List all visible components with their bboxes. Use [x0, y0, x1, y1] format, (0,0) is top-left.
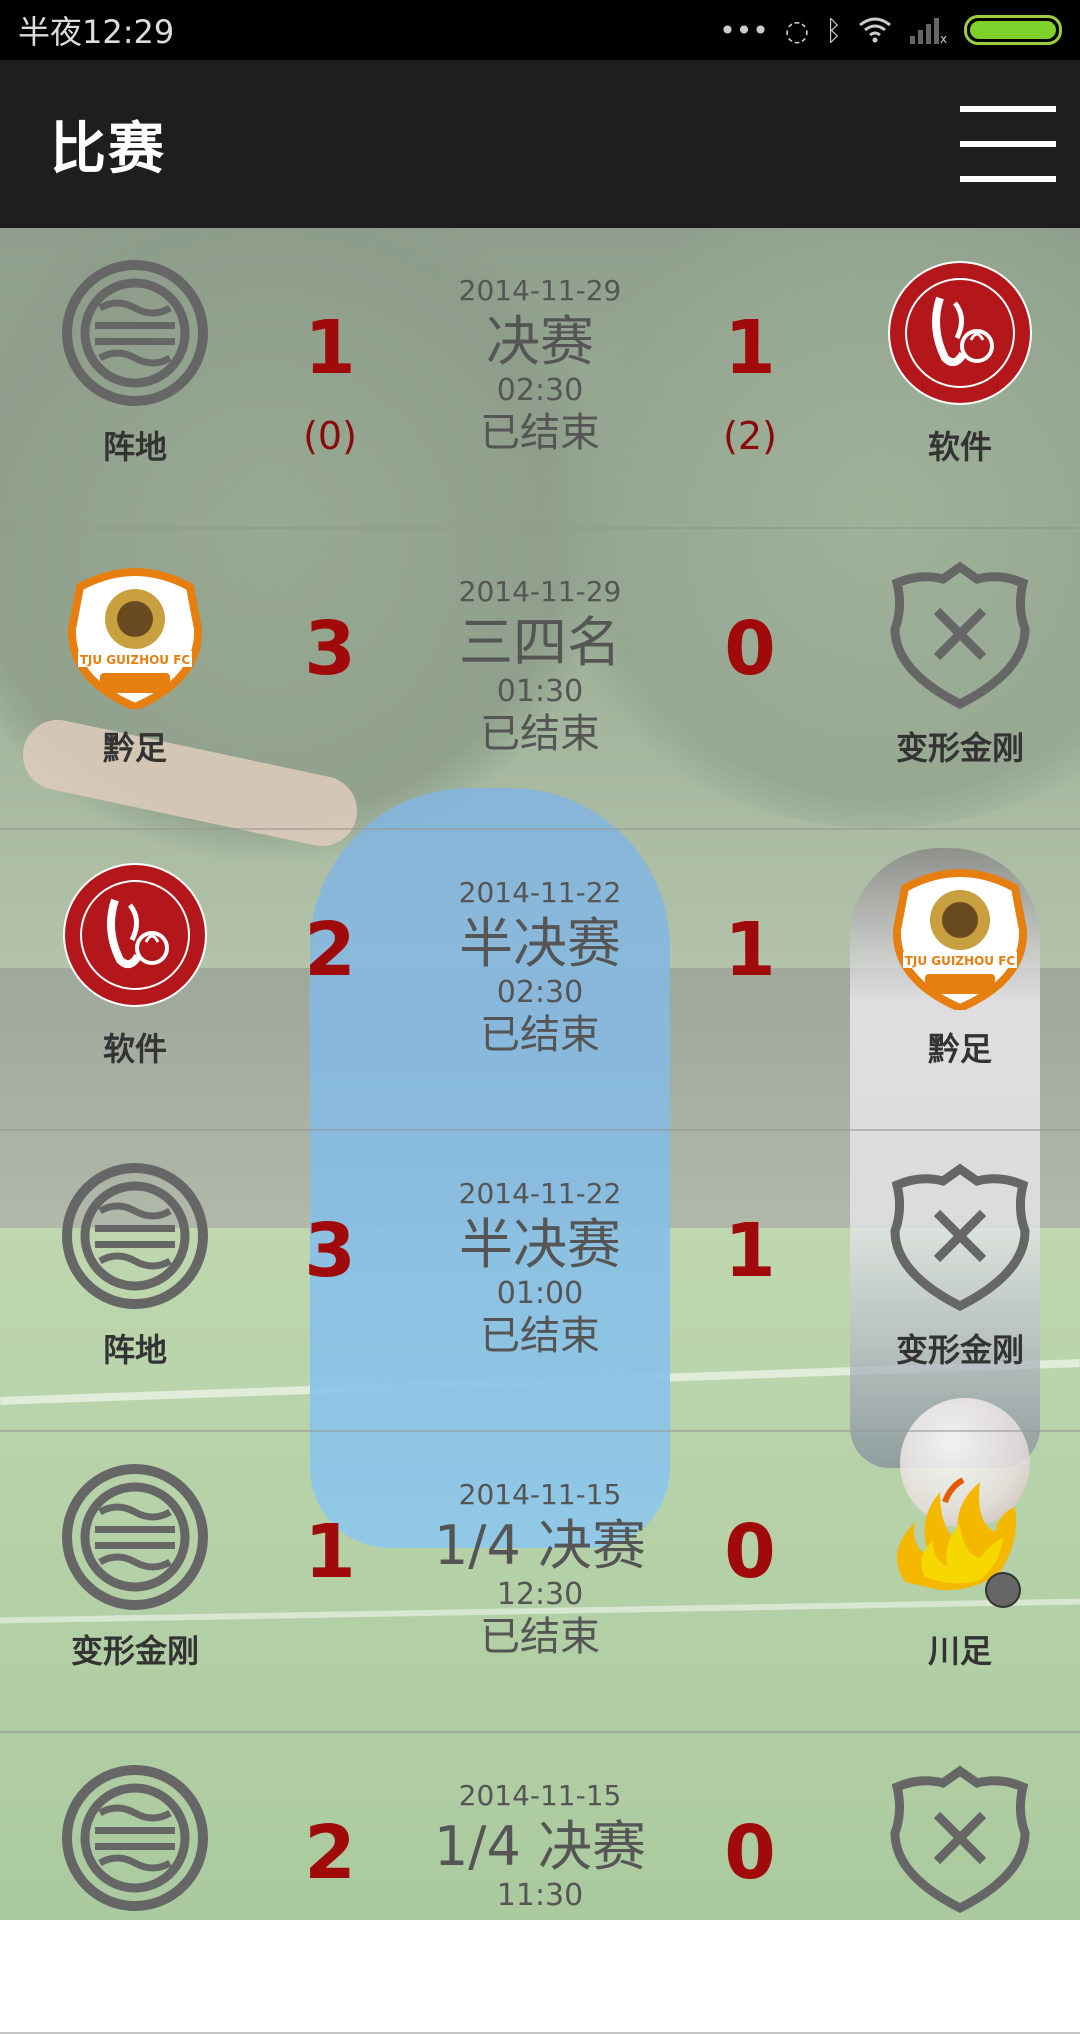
away-team-logo: [885, 559, 1035, 709]
away-team-logo: [885, 1462, 1035, 1612]
home-score: 1: [304, 1509, 356, 1595]
away-score: 0: [724, 1810, 776, 1896]
match-status: 已结束: [480, 410, 600, 456]
home-team-logo: [60, 1161, 210, 1311]
match-round: 1/4 决赛: [433, 1815, 647, 1878]
home-team-logo: [60, 860, 210, 1010]
away-score: 0: [724, 606, 776, 692]
match-status: 已结束: [480, 1614, 600, 1660]
away-team[interactable]: [840, 1763, 1080, 1927]
away-team[interactable]: 变形金刚: [840, 559, 1080, 769]
signal-icon: x: [910, 18, 947, 44]
away-team[interactable]: 变形金刚: [840, 1161, 1080, 1371]
home-score: 1: [304, 305, 356, 391]
home-team[interactable]: 阵地: [15, 258, 255, 468]
home-team-name: 软件: [102, 1030, 167, 1068]
match-info: 2014-11-22 半决赛 02:30 已结束: [390, 876, 690, 1060]
match-row[interactable]: 黔足 3 2014-11-29 三四名 01:30 已结束 0 变形金刚: [0, 529, 1080, 830]
match-date: 2014-11-22: [458, 1177, 622, 1210]
match-info: 2014-11-29 三四名 01:30 已结束: [390, 575, 690, 759]
away-team-logo: [885, 258, 1035, 408]
away-score: 1: [724, 1208, 776, 1294]
sync-icon: ◌: [784, 13, 810, 47]
page-title: 比赛: [50, 116, 166, 182]
match-status: 已结束: [480, 1313, 600, 1359]
bluetooth-icon: ᛒ: [825, 13, 842, 47]
battery-icon: [964, 15, 1062, 45]
home-team-name: 变形金刚: [70, 1632, 199, 1670]
away-score: 1: [724, 305, 776, 391]
match-date: 2014-11-29: [458, 575, 622, 608]
status-bar: 半夜12:29 ••• ◌ ᛒ x: [0, 0, 1080, 60]
away-score: 1: [724, 907, 776, 993]
match-row[interactable]: 软件 2 2014-11-22 半决赛 02:30 已结束 1 黔足: [0, 830, 1080, 1131]
match-info: 2014-11-15 1/4 决赛 12:30 已结束: [390, 1478, 690, 1662]
match-status: 已结束: [480, 1012, 600, 1058]
home-team-name: 黔足: [102, 729, 167, 767]
match-row[interactable]: 变形金刚 1 2014-11-15 1/4 决赛 12:30 已结束 0 川足: [0, 1432, 1080, 1733]
match-time: 12:30: [496, 1577, 584, 1612]
match-date: 2014-11-15: [458, 1779, 622, 1812]
away-team[interactable]: 软件: [840, 258, 1080, 468]
match-info: 2014-11-22 半决赛 01:00 已结束: [390, 1177, 690, 1361]
match-time: 01:30: [496, 674, 584, 709]
match-info: 2014-11-15 1/4 决赛 11:30: [390, 1779, 690, 1913]
match-time: 02:30: [496, 373, 584, 408]
match-time: 11:30: [496, 1878, 584, 1913]
home-team-name: 阵地: [102, 1331, 167, 1369]
home-team-logo: [60, 258, 210, 408]
match-time: 02:30: [496, 975, 584, 1010]
match-date: 2014-11-22: [458, 876, 622, 909]
match-row[interactable]: 2 2014-11-15 1/4 决赛 11:30 0: [0, 1733, 1080, 2034]
away-team-logo: [885, 1763, 1035, 1913]
away-team-logo: [885, 1161, 1035, 1311]
match-status: 已结束: [480, 711, 600, 757]
home-team[interactable]: 软件: [15, 860, 255, 1070]
app-bar: 比赛: [0, 60, 1080, 228]
away-team[interactable]: 黔足: [840, 860, 1080, 1070]
away-team-name: 川足: [927, 1632, 992, 1670]
match-round: 决赛: [486, 310, 594, 373]
match-date: 2014-11-15: [458, 1478, 622, 1511]
home-score: 3: [304, 1208, 356, 1294]
match-time: 01:00: [496, 1276, 584, 1311]
away-score: 0: [724, 1509, 776, 1595]
match-row[interactable]: 阵地 1 (0) 2014-11-29 决赛 02:30 已结束 1 (2) 软…: [0, 228, 1080, 529]
away-team[interactable]: 川足: [840, 1462, 1080, 1672]
home-team[interactable]: [15, 1763, 255, 1927]
away-team-name: 变形金刚: [895, 1331, 1024, 1369]
away-team-logo: [885, 860, 1035, 1010]
home-team-logo: [60, 1462, 210, 1612]
match-info: 2014-11-29 决赛 02:30 已结束: [390, 274, 690, 458]
match-round: 半决赛: [459, 1213, 621, 1276]
home-team[interactable]: 阵地: [15, 1161, 255, 1371]
match-list[interactable]: 阵地 1 (0) 2014-11-29 决赛 02:30 已结束 1 (2) 软…: [0, 228, 1080, 2034]
home-team-name: 阵地: [102, 428, 167, 466]
match-date: 2014-11-29: [458, 274, 622, 307]
hamburger-menu-icon[interactable]: [960, 106, 1056, 182]
home-penalty-score: (0): [303, 414, 357, 458]
match-round: 半决赛: [459, 912, 621, 975]
away-team-name: 黔足: [927, 1030, 992, 1068]
more-dots-icon: •••: [719, 13, 769, 47]
status-icons: ••• ◌ ᛒ x: [719, 14, 1062, 47]
away-penalty-score: (2): [723, 414, 777, 458]
status-time: 半夜12:29: [18, 13, 175, 51]
home-score: 2: [304, 907, 356, 993]
wifi-icon: [859, 17, 891, 43]
match-round: 1/4 决赛: [433, 1514, 647, 1577]
svg-text:x: x: [940, 32, 947, 44]
home-team[interactable]: 变形金刚: [15, 1462, 255, 1672]
away-team-name: 软件: [927, 428, 992, 466]
home-score: 3: [304, 606, 356, 692]
home-team-logo: [60, 1763, 210, 1913]
match-round: 三四名: [459, 611, 621, 674]
away-team-name: 变形金刚: [895, 729, 1024, 767]
home-team[interactable]: 黔足: [15, 559, 255, 769]
home-score: 2: [304, 1810, 356, 1896]
match-row[interactable]: 阵地 3 2014-11-22 半决赛 01:00 已结束 1 变形金刚: [0, 1131, 1080, 1432]
home-team-logo: [60, 559, 210, 709]
